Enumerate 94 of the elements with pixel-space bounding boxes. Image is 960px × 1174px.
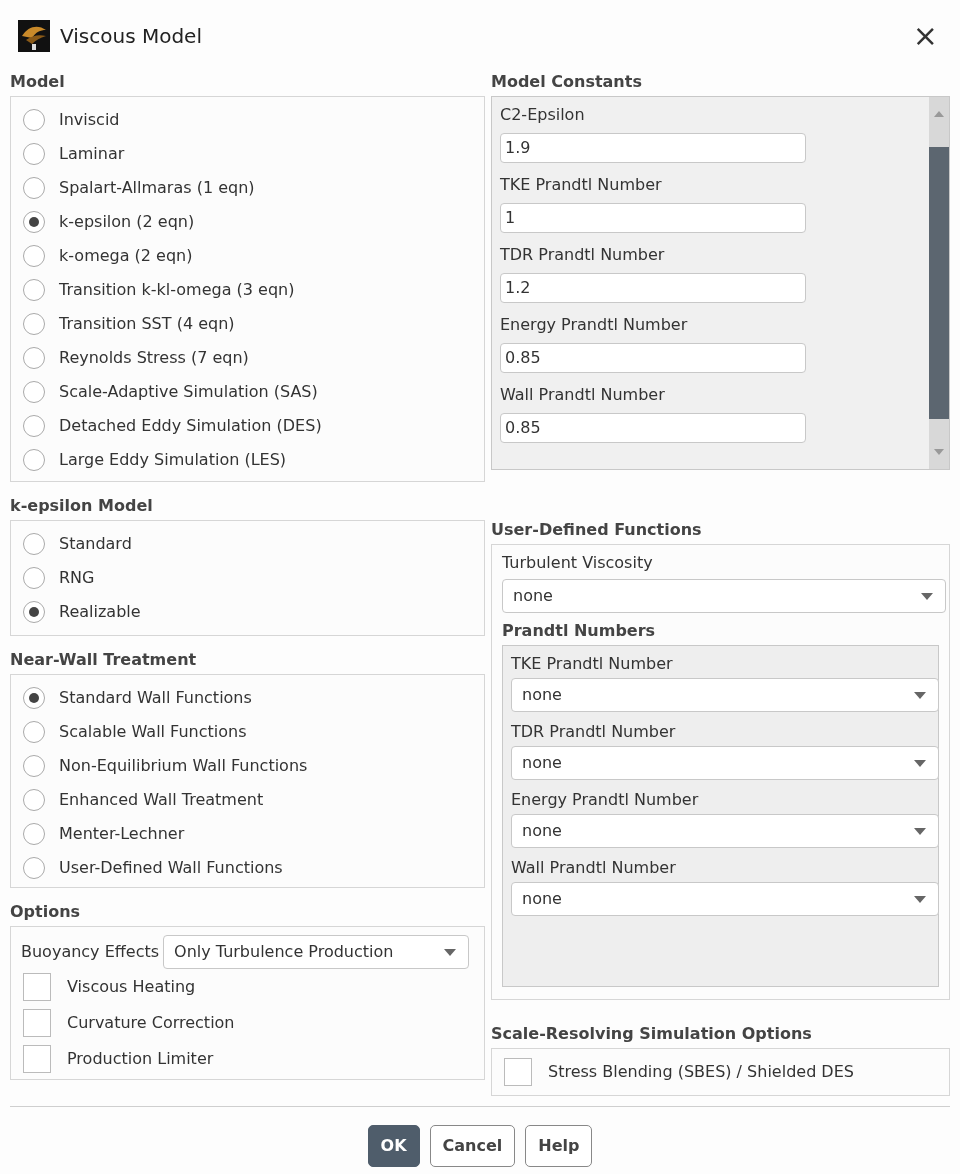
section-heading: Near-Wall Treatment — [10, 650, 198, 670]
radio-label: k-epsilon (2 eqn) — [59, 211, 195, 233]
section-heading: Prandtl Numbers — [502, 621, 657, 641]
scrollbar[interactable] — [929, 97, 949, 469]
radio-button[interactable] — [23, 449, 45, 471]
field-label: TDR Prandtl Number — [500, 245, 666, 265]
field-label: Buoyancy Effects — [21, 941, 160, 963]
window-title: Viscous Model — [60, 23, 202, 50]
radio-label: RNG — [59, 567, 95, 589]
field-label: TKE Prandtl Number — [511, 654, 674, 674]
field-label: Energy Prandtl Number — [500, 315, 689, 335]
dropdown[interactable]: none — [511, 882, 939, 916]
radio-button[interactable] — [23, 533, 45, 555]
section-heading: k-epsilon Model — [10, 496, 154, 516]
radio-button[interactable] — [23, 143, 45, 165]
radio-button[interactable] — [23, 109, 45, 131]
caret-icon — [914, 895, 926, 903]
radio-button[interactable] — [23, 347, 45, 369]
radio-label: Scale-Adaptive Simulation (SAS) — [59, 381, 318, 403]
radio-button[interactable] — [23, 313, 45, 335]
app-logo-icon — [18, 20, 50, 52]
close-button[interactable]: × — [908, 21, 942, 51]
field-label: TDR Prandtl Number — [511, 722, 677, 742]
radio-button[interactable] — [23, 687, 45, 709]
radio-label: Non-Equilibrium Wall Functions — [59, 755, 308, 777]
radio-label: Enhanced Wall Treatment — [59, 789, 264, 811]
checkbox[interactable] — [23, 973, 51, 1001]
radio-button[interactable] — [23, 823, 45, 845]
radio-button[interactable] — [23, 567, 45, 589]
radio-button[interactable] — [23, 721, 45, 743]
radio-button[interactable] — [23, 279, 45, 301]
checkbox-label: Viscous Heating — [67, 976, 196, 998]
input-field[interactable]: 1.9 — [500, 133, 806, 163]
field-label: C2-Epsilon — [500, 105, 586, 125]
scrollbar-thumb[interactable] — [929, 147, 949, 419]
radio-button[interactable] — [23, 601, 45, 623]
radio-label: Realizable — [59, 601, 141, 623]
radio-label: Large Eddy Simulation (LES) — [59, 449, 287, 471]
caret-icon — [921, 592, 933, 600]
dialog-button[interactable]: OK — [367, 1125, 420, 1167]
section-heading: Model — [10, 72, 66, 92]
field-label: TKE Prandtl Number — [500, 175, 663, 195]
radio-label: Detached Eddy Simulation (DES) — [59, 415, 322, 437]
field-label: Wall Prandtl Number — [511, 858, 677, 878]
checkbox-label: Stress Blending (SBES) / Shielded DES — [548, 1061, 854, 1083]
field-label: Wall Prandtl Number — [500, 385, 666, 405]
section-heading: Options — [10, 902, 82, 922]
dropdown[interactable]: none — [511, 746, 939, 780]
radio-button[interactable] — [23, 381, 45, 403]
radio-label: Menter-Lechner — [59, 823, 185, 845]
dropdown[interactable]: none — [502, 579, 946, 613]
radio-button[interactable] — [23, 177, 45, 199]
radio-label: Transition k-kl-omega (3 eqn) — [59, 279, 295, 301]
caret-icon — [914, 759, 926, 767]
dialog-button[interactable]: Help — [525, 1125, 593, 1167]
dropdown[interactable]: Only Turbulence Production — [163, 935, 470, 969]
scroll-up-icon — [934, 111, 944, 117]
radio-button[interactable] — [23, 857, 45, 879]
radio-label: k-omega (2 eqn) — [59, 245, 193, 267]
radio-label: Standard Wall Functions — [59, 687, 252, 709]
caret-icon — [914, 827, 926, 835]
dialog-button[interactable]: Cancel — [429, 1125, 516, 1167]
checkbox[interactable] — [23, 1045, 51, 1073]
radio-label: Transition SST (4 eqn) — [59, 313, 235, 335]
input-field[interactable]: 0.85 — [500, 343, 806, 373]
field-label: Energy Prandtl Number — [511, 790, 700, 810]
input-field[interactable]: 1.2 — [500, 273, 806, 303]
caret-icon — [914, 691, 926, 699]
section-heading: User-Defined Functions — [491, 520, 703, 540]
radio-button[interactable] — [23, 415, 45, 437]
checkbox[interactable] — [504, 1058, 532, 1086]
checkbox-label: Production Limiter — [67, 1048, 214, 1070]
input-field[interactable]: 1 — [500, 203, 806, 233]
radio-label: Spalart-Allmaras (1 eqn) — [59, 177, 255, 199]
radio-label: Laminar — [59, 143, 125, 165]
radio-label: Inviscid — [59, 109, 120, 131]
radio-label: Reynolds Stress (7 eqn) — [59, 347, 249, 369]
checkbox-label: Curvature Correction — [67, 1012, 235, 1034]
radio-button[interactable] — [23, 245, 45, 267]
radio-label: Scalable Wall Functions — [59, 721, 247, 743]
radio-label: User-Defined Wall Functions — [59, 857, 283, 879]
radio-button[interactable] — [23, 789, 45, 811]
radio-label: Standard — [59, 533, 132, 555]
section-heading: Scale-Resolving Simulation Options — [491, 1024, 813, 1044]
caret-icon — [444, 948, 457, 956]
scroll-down-icon — [934, 449, 944, 455]
input-field[interactable]: 0.85 — [500, 413, 806, 443]
dropdown[interactable]: none — [511, 678, 939, 712]
field-label: Turbulent Viscosity — [502, 553, 654, 573]
dropdown[interactable]: none — [511, 814, 939, 848]
radio-button[interactable] — [23, 211, 45, 233]
section-heading: Model Constants — [491, 72, 643, 92]
radio-button[interactable] — [23, 755, 45, 777]
checkbox[interactable] — [23, 1009, 51, 1037]
